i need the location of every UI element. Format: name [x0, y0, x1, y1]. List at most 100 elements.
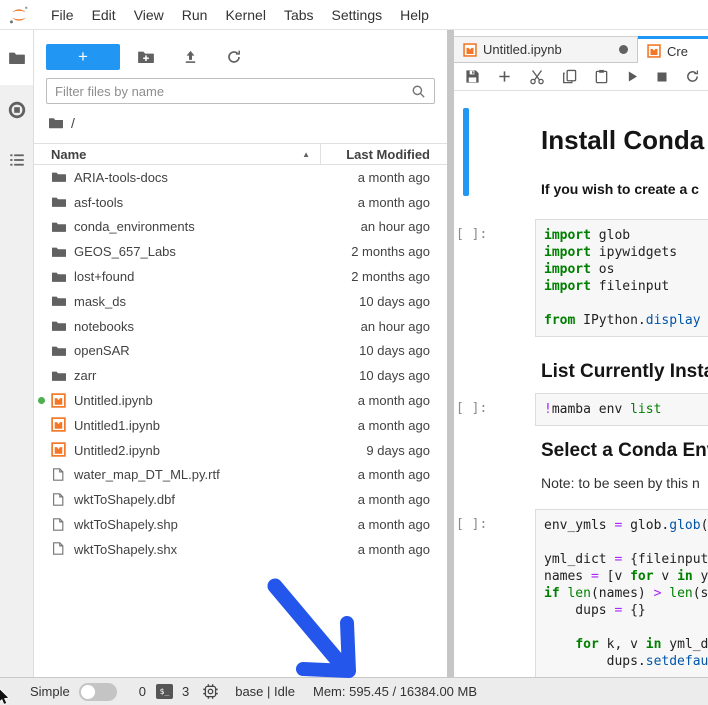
panel-splitter[interactable]	[447, 30, 454, 677]
code-editor[interactable]: import globimport ipywidgetsimport osimp…	[535, 219, 708, 337]
tab-label: Cre	[667, 44, 688, 59]
upload-icon[interactable]	[183, 49, 198, 65]
restart-icon[interactable]	[685, 69, 700, 84]
kernel-chip-icon	[202, 683, 219, 700]
filter-files-input[interactable]	[55, 84, 411, 99]
markdown-h2: Select a Conda Env	[541, 440, 704, 462]
notebook-icon	[51, 393, 67, 409]
file-row[interactable]: Untitled2.ipynb9 days ago	[34, 438, 447, 463]
menu-item-kernel[interactable]: Kernel	[216, 7, 274, 23]
file-name: openSAR	[74, 343, 327, 358]
tab-cre[interactable]: Cre	[638, 36, 708, 63]
file-row[interactable]: mask_ds10 days ago	[34, 289, 447, 314]
code-cell[interactable]: [ ]:env_ymls = glob.glob('yml_dict = {fi…	[454, 509, 708, 677]
refresh-icon[interactable]	[226, 49, 242, 65]
run-icon[interactable]	[626, 70, 639, 83]
sidebar-item-table-of-contents[interactable]	[0, 135, 33, 185]
menu-item-view[interactable]: View	[125, 7, 173, 23]
file-modified: 10 days ago	[327, 294, 447, 309]
filter-box	[46, 78, 435, 104]
file-row[interactable]: Untitled.ipynba month ago	[34, 388, 447, 413]
file-row[interactable]: water_map_DT_ML.py.rtfa month ago	[34, 463, 447, 488]
menu-item-edit[interactable]: Edit	[83, 7, 125, 23]
simple-mode-toggle[interactable]	[79, 683, 117, 701]
markdown-cell[interactable]: Install CondaIf you wish to create a c	[541, 125, 704, 197]
file-modified: a month ago	[327, 517, 447, 532]
file-modified: a month ago	[327, 492, 447, 507]
file-row[interactable]: GEOS_657_Labs2 months ago	[34, 239, 447, 264]
file-browser-toolbar: +	[34, 30, 447, 70]
menu-item-settings[interactable]: Settings	[323, 7, 392, 23]
dirty-indicator-icon[interactable]	[619, 45, 628, 54]
file-modified: a month ago	[327, 542, 447, 557]
code-cell[interactable]: [ ]:!mamba env list	[454, 393, 708, 426]
menu-item-run[interactable]: Run	[173, 7, 217, 23]
folder-icon	[51, 293, 67, 309]
toggle-knob	[81, 685, 95, 699]
file-list: ARIA-tools-docsa month agoasf-toolsa mon…	[34, 165, 447, 677]
home-folder-icon	[48, 115, 64, 131]
add-cell-icon[interactable]	[497, 69, 512, 84]
file-row[interactable]: ARIA-tools-docsa month ago	[34, 165, 447, 190]
file-name: wktToShapely.dbf	[74, 492, 327, 507]
file-name: lost+found	[74, 269, 327, 284]
file-row[interactable]: lost+found2 months ago	[34, 264, 447, 289]
kernel-status[interactable]: base | Idle	[235, 684, 295, 699]
menu-item-tabs[interactable]: Tabs	[275, 7, 323, 23]
file-row[interactable]: conda_environmentsan hour ago	[34, 215, 447, 240]
new-folder-icon[interactable]	[137, 48, 155, 66]
file-icon	[51, 517, 67, 533]
menu-item-file[interactable]: File	[42, 7, 83, 23]
sidebar-item-file-browser[interactable]	[0, 30, 33, 85]
menu-item-help[interactable]: Help	[391, 7, 438, 23]
file-name: wktToShapely.shx	[74, 542, 327, 557]
code-editor[interactable]: !mamba env list	[535, 393, 708, 426]
file-row[interactable]: openSAR10 days ago	[34, 339, 447, 364]
file-row[interactable]: asf-toolsa month ago	[34, 190, 447, 215]
column-header-modified[interactable]: Last Modified	[320, 144, 447, 164]
notebook-icon	[647, 44, 661, 58]
file-row[interactable]: zarr10 days ago	[34, 363, 447, 388]
folder-icon	[51, 169, 67, 185]
tab-label: Untitled.ipynb	[483, 42, 562, 57]
file-row[interactable]: Untitled1.ipynba month ago	[34, 413, 447, 438]
file-list-header: Name ▲ Last Modified	[34, 143, 447, 165]
folder-icon	[51, 219, 67, 235]
notebook-panel: Untitled.ipynb Cre	[454, 30, 708, 677]
file-name: wktToShapely.shp	[74, 517, 327, 532]
file-modified: a month ago	[327, 170, 447, 185]
paste-icon[interactable]	[594, 69, 609, 84]
file-modified: a month ago	[327, 418, 447, 433]
kernels-count[interactable]: 3	[182, 684, 189, 699]
file-name: Untitled2.ipynb	[74, 443, 327, 458]
copy-icon[interactable]	[562, 69, 577, 84]
markdown-cell[interactable]: Select a Conda EnvNote: to be seen by th…	[541, 440, 704, 491]
file-icon	[51, 467, 67, 483]
breadcrumb[interactable]: /	[34, 114, 447, 132]
file-modified: an hour ago	[327, 219, 447, 234]
file-row[interactable]: wktToShapely.dbfa month ago	[34, 487, 447, 512]
new-launcher-button[interactable]: +	[46, 44, 120, 70]
notebook-toolbar	[454, 63, 708, 91]
code-editor[interactable]: env_ymls = glob.glob('yml_dict = {filein…	[535, 509, 708, 677]
simple-mode-label: Simple	[30, 684, 70, 699]
notebook-icon	[51, 417, 67, 433]
save-icon[interactable]	[465, 69, 480, 84]
terminals-count[interactable]: 0	[139, 684, 146, 699]
sidebar-item-running-kernels[interactable]	[0, 85, 33, 135]
markdown-cell[interactable]: List Currently Insta	[541, 361, 704, 383]
code-cell[interactable]: [ ]:import globimport ipywidgetsimport o…	[454, 219, 708, 337]
file-name: ARIA-tools-docs	[74, 170, 327, 185]
column-header-name[interactable]: Name ▲	[34, 144, 320, 164]
file-row[interactable]: notebooksan hour ago	[34, 314, 447, 339]
folder-icon	[51, 244, 67, 260]
file-row[interactable]: wktToShapely.shxa month ago	[34, 537, 447, 562]
cell-prompt: [ ]:	[454, 393, 535, 426]
file-row[interactable]: wktToShapely.shpa month ago	[34, 512, 447, 537]
file-icon	[51, 541, 67, 557]
active-cell-indicator	[463, 108, 469, 196]
cut-icon[interactable]	[529, 69, 545, 85]
sort-asc-icon: ▲	[302, 150, 310, 159]
tab-untitled-ipynb[interactable]: Untitled.ipynb	[454, 37, 638, 62]
stop-icon[interactable]	[656, 71, 668, 83]
